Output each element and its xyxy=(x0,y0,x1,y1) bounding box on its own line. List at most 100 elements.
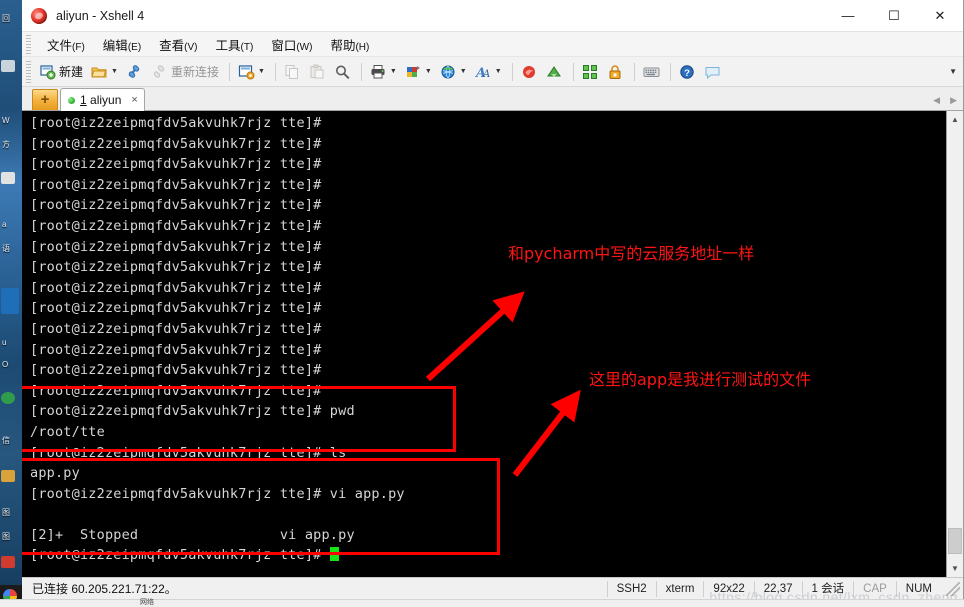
desktop-icon-swatch xyxy=(1,288,19,314)
menu-edit[interactable]: 编辑(E) xyxy=(94,33,150,56)
terminal-output[interactable]: [root@iz2zeipmqfdv5akvuhk7rjz tte]# [roo… xyxy=(22,111,946,577)
reconnect-label: 重新连接 xyxy=(170,65,219,79)
chevron-down-icon: ▼ xyxy=(257,68,265,75)
terminal-prompt-line: [root@iz2zeipmqfdv5akvuhk7rjz tte]# xyxy=(30,545,946,566)
status-dimensions: 92x22 xyxy=(703,580,753,597)
connect-button[interactable] xyxy=(123,60,146,84)
desktop-icon-label: 信 xyxy=(2,436,10,445)
xshell-button[interactable] xyxy=(518,60,541,84)
menu-window-label: 窗口 xyxy=(271,38,297,53)
maximize-icon: ☐ xyxy=(888,8,900,23)
xshell-window: aliyun - Xshell 4 — ☐ ✕ 文件(F) 编辑(E) 查看(V… xyxy=(22,0,964,600)
reconnect-button[interactable]: 重新连接 xyxy=(148,60,222,84)
keyboard-icon xyxy=(643,64,660,80)
connection-status: 已连接 60.205.221.71:22。 xyxy=(32,582,177,596)
connect-icon xyxy=(126,64,143,80)
help-button[interactable]: ? xyxy=(676,60,699,84)
chevron-down-icon: ▼ xyxy=(459,68,467,75)
tab-index: 1 xyxy=(80,93,87,107)
status-term-type: xterm xyxy=(655,580,704,597)
menu-window[interactable]: 窗口(W) xyxy=(262,33,321,56)
terminal-line: [root@iz2zeipmqfdv5akvuhk7rjz tte]# xyxy=(30,176,322,193)
paste-button[interactable] xyxy=(306,60,329,84)
tab-bar: + 1 aliyun × ◀ ▶ xyxy=(22,87,963,111)
toolbar-separator xyxy=(228,62,230,81)
terminal-line: app.py xyxy=(30,465,80,482)
menu-file-mnemonic: (F) xyxy=(72,41,85,53)
maximize-button[interactable]: ☐ xyxy=(871,0,917,31)
desktop-icon-swatch xyxy=(1,60,15,72)
globe-icon xyxy=(440,64,457,80)
session-properties-button[interactable]: ▼ xyxy=(235,60,268,84)
tab-status-dot-icon xyxy=(68,96,75,104)
menu-view[interactable]: 查看(V) xyxy=(150,33,206,56)
terminal-line: [root@iz2zeipmqfdv5akvuhk7rjz tte]# xyxy=(30,341,322,358)
find-icon xyxy=(334,64,351,80)
open-folder-icon xyxy=(91,64,108,80)
comment-button[interactable] xyxy=(701,60,724,84)
print-button[interactable]: ▼ xyxy=(367,60,400,84)
desktop-icon-swatch xyxy=(1,556,15,568)
menu-file[interactable]: 文件(F) xyxy=(38,33,94,56)
os-taskbar: 网络 xyxy=(0,599,964,607)
desktop-icon-swatch xyxy=(1,392,15,404)
toolbar-overflow-button[interactable]: ▼ xyxy=(949,67,957,76)
toolbar: 新建 ▼ 重新连接 ▼ ▼ ▼ ▼ A A ▼ ? ▼ xyxy=(22,57,963,87)
find-button[interactable] xyxy=(331,60,354,84)
toolbar-drag-grip[interactable] xyxy=(26,61,31,83)
toolbar-separator xyxy=(360,62,362,81)
taskbar-item[interactable]: 网络 xyxy=(140,599,154,607)
resize-grip[interactable] xyxy=(946,581,960,596)
paste-icon xyxy=(309,64,326,80)
desktop-icon-label: W xyxy=(2,116,10,125)
menu-window-mnemonic: (W) xyxy=(296,41,313,53)
terminal-line: [root@iz2zeipmqfdv5akvuhk7rjz tte]# pwd xyxy=(30,403,355,420)
globe-button[interactable]: ▼ xyxy=(437,60,470,84)
desktop-icon-swatch xyxy=(1,172,15,184)
chevron-down-icon: ▼ xyxy=(389,68,397,75)
scroll-up-icon[interactable]: ▲ xyxy=(947,111,963,128)
xftp-icon xyxy=(546,64,563,80)
new-session-button[interactable]: 新建 xyxy=(36,60,86,84)
tab-name: aliyun xyxy=(90,93,122,107)
session-tab-aliyun[interactable]: 1 aliyun × xyxy=(60,88,145,111)
terminal-line: [root@iz2zeipmqfdv5akvuhk7rjz tte]# xyxy=(30,259,322,276)
plus-icon: + xyxy=(40,91,50,108)
menu-tools[interactable]: 工具(T) xyxy=(207,33,263,56)
copy-button[interactable] xyxy=(281,60,304,84)
menu-help-label: 帮助 xyxy=(330,38,356,53)
minimize-button[interactable]: — xyxy=(825,0,871,31)
keyboard-button[interactable] xyxy=(640,60,663,84)
menu-help[interactable]: 帮助(H) xyxy=(321,33,378,56)
scrollbar-track[interactable] xyxy=(947,128,963,560)
scroll-down-icon[interactable]: ▼ xyxy=(947,560,963,577)
fullscreen-button[interactable] xyxy=(579,60,602,84)
toolbar-separator xyxy=(572,62,574,81)
lock-button[interactable] xyxy=(604,60,627,84)
new-tab-button[interactable]: + xyxy=(32,89,58,110)
open-session-button[interactable]: ▼ xyxy=(88,60,121,84)
tab-close-icon[interactable]: × xyxy=(131,94,137,106)
tab-scroll-right-icon[interactable]: ▶ xyxy=(950,95,957,106)
status-caps-lock: CAP xyxy=(853,580,896,597)
disconnect-icon xyxy=(151,64,168,80)
menu-drag-grip[interactable] xyxy=(26,35,31,54)
menu-view-mnemonic: (V) xyxy=(184,41,198,53)
xftp-button[interactable] xyxy=(543,60,566,84)
menu-tools-label: 工具 xyxy=(215,38,241,53)
close-button[interactable]: ✕ xyxy=(917,0,963,31)
terminal-scrollbar[interactable]: ▲ ▼ xyxy=(946,111,963,577)
comment-icon xyxy=(704,64,721,80)
terminal-line: [root@iz2zeipmqfdv5akvuhk7rjz tte]# xyxy=(30,217,322,234)
desktop-icon-label: O xyxy=(2,360,9,369)
terminal-line: [root@iz2zeipmqfdv5akvuhk7rjz tte]# xyxy=(30,300,322,317)
status-bar: 已连接 60.205.221.71:22。 SSH2 xterm 92x22 2… xyxy=(22,577,963,599)
lock-icon xyxy=(607,64,624,80)
desktop-icon-label: 回 xyxy=(2,14,10,23)
scrollbar-thumb[interactable] xyxy=(948,528,962,554)
tab-scroll-left-icon[interactable]: ◀ xyxy=(933,95,940,106)
tab-scroll-controls: ◀ ▶ xyxy=(933,95,957,106)
close-icon: ✕ xyxy=(934,8,946,23)
color-scheme-button[interactable]: ▼ xyxy=(402,60,435,84)
font-button[interactable]: AA ▼ xyxy=(472,60,505,84)
